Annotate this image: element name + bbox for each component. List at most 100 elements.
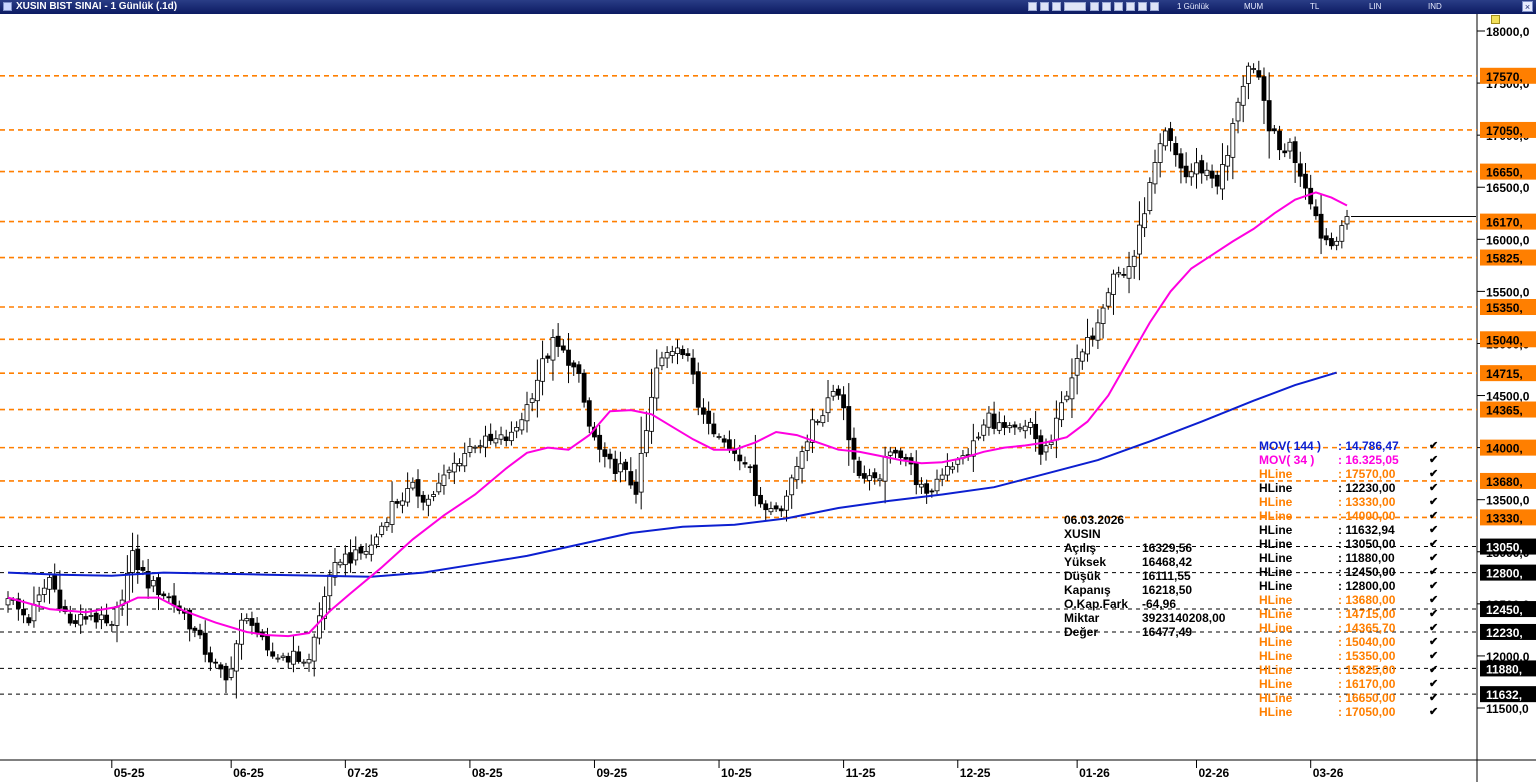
candle-body [156,577,161,596]
candle-body [1266,100,1272,132]
legend-name: HLine [1259,537,1293,551]
visibility-check-icon[interactable]: ✔ [1429,565,1438,579]
candle-body [581,372,587,403]
candle-body [150,580,156,587]
visibility-check-icon[interactable]: ✔ [1429,453,1438,467]
candle-body [586,400,592,427]
visibility-check-icon[interactable]: ✔ [1429,607,1438,621]
candle-body [924,483,930,494]
candle-body [1173,143,1179,156]
hline-label: 12800, [1486,567,1523,581]
candle-body [5,598,11,606]
visibility-check-icon[interactable]: ✔ [1429,677,1438,691]
candle-body [394,501,400,504]
candle-body [695,371,701,408]
candle-body [358,546,364,554]
candle-body [804,441,810,451]
legend-value: : 16170,00 [1338,677,1396,691]
info-open-label: Açılış [1064,541,1097,555]
candle-body [327,574,333,597]
candle-body [524,404,530,422]
visibility-check-icon[interactable]: ✔ [1429,523,1438,537]
candle-body [275,657,281,660]
y-tick-label: 15500,0 [1486,285,1530,299]
candle-body [1240,85,1246,106]
candle-body [493,438,499,444]
y-tick-label: 13500,0 [1486,494,1530,508]
candle-body [1230,123,1236,158]
candle-body [410,481,416,489]
candle-body [1225,155,1231,167]
visibility-check-icon[interactable]: ✔ [1429,649,1438,663]
visibility-check-icon[interactable]: ✔ [1429,467,1438,481]
candle-body [675,347,680,354]
visibility-check-icon[interactable]: ✔ [1429,495,1438,509]
legend-value: : 13680,00 [1338,593,1396,607]
legend-value: : 12450,00 [1338,565,1396,579]
candle-body [202,632,208,655]
visibility-check-icon[interactable]: ✔ [1429,691,1438,705]
candle-body [192,627,198,631]
legend-name: HLine [1259,607,1293,621]
x-tick-label: 11-25 [846,766,876,780]
candle-body [939,474,945,480]
x-tick-label: 12-25 [960,766,991,780]
visibility-check-icon[interactable]: ✔ [1429,705,1438,719]
candle-body [1111,273,1116,295]
price-chart: 11500,012000,012500,013000,013500,014000… [0,14,1536,782]
hline-label: 11632, [1486,688,1522,702]
y-tick-label: 18000,0 [1486,25,1530,39]
candle-body [540,358,545,382]
legend-value: : 12230,00 [1338,481,1396,495]
candle-body [659,357,665,367]
candle-body [986,412,992,428]
candle-body [1168,128,1173,141]
visibility-check-icon[interactable]: ✔ [1429,593,1438,607]
visibility-check-icon[interactable]: ✔ [1429,509,1438,523]
candle-body [919,483,924,488]
hline-label: 16170, [1486,216,1523,230]
candle-body [26,617,32,624]
legend-value: : 17050,00 [1338,705,1396,719]
visibility-check-icon[interactable]: ✔ [1429,621,1438,635]
candle-body [1256,70,1262,78]
candle-body [1344,216,1350,225]
hline-label: 14365, [1486,404,1523,418]
visibility-check-icon[interactable]: ✔ [1429,551,1438,565]
candle-body [223,665,229,681]
legend-name: HLine [1259,481,1293,495]
visibility-check-icon[interactable]: ✔ [1429,481,1438,495]
candle-body [1303,173,1308,189]
candle-body [431,494,436,497]
visibility-check-icon[interactable]: ✔ [1429,635,1438,649]
candle [581,369,587,408]
candle-body [638,452,644,493]
candle-body [882,456,888,482]
candle-body [1334,240,1340,246]
x-tick-label: 08-25 [472,766,503,780]
candle-body [306,659,312,664]
candle-body [934,478,940,492]
legend-value: : 14365,70 [1338,621,1396,635]
visibility-check-icon[interactable]: ✔ [1429,579,1438,593]
settings-corner-icon[interactable] [1491,15,1500,24]
candle-body [389,501,395,525]
info-high-label: Yüksek [1064,555,1107,569]
candle-body [1313,206,1319,217]
x-tick-label: 01-26 [1079,766,1110,780]
candle-body [841,394,846,409]
candle-body [846,406,852,441]
candle-body [161,593,167,597]
candle-body [363,551,369,555]
info-change-value: -64,96 [1142,597,1177,611]
candle-body [213,661,219,664]
candle-body [1297,163,1303,177]
candle-body [451,462,457,473]
candle-body [41,587,47,595]
candle-body [929,490,935,493]
candle-body [1329,238,1334,247]
visibility-check-icon[interactable]: ✔ [1429,663,1438,677]
visibility-check-icon[interactable]: ✔ [1429,439,1438,453]
x-tick-label: 09-25 [596,766,627,780]
visibility-check-icon[interactable]: ✔ [1429,537,1438,551]
